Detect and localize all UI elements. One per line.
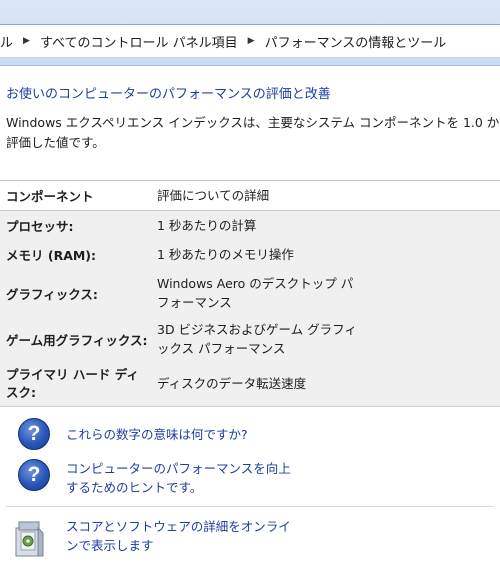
section-divider	[6, 506, 494, 507]
software-box-icon[interactable]	[12, 516, 46, 558]
breadcrumb-truncated[interactable]: ル	[0, 32, 13, 51]
question-icon[interactable]: ?	[18, 459, 50, 491]
component-detail: Windows Aero のデスクトップ パフォーマンス	[157, 276, 354, 310]
table-row: プライマリ ハード ディスク: ディスクのデータ転送速度	[0, 361, 500, 406]
page-description: Windows エクスペリエンス インデックスは、主要なシステム コンポーネント…	[6, 113, 500, 153]
description-line: Windows エクスペリエンス インデックスは、主要なシステム コンポーネント…	[6, 115, 500, 130]
component-name: プロセッサ:	[6, 219, 74, 234]
column-header-details: 評価についての詳細	[157, 188, 270, 203]
link-performance-tips[interactable]: コンピューターのパフォーマンスを向上するためのヒントです。	[66, 459, 296, 497]
component-detail: 1 秒あたりの計算	[157, 218, 257, 233]
link-online-details[interactable]: スコアとソフトウェアの詳細をオンラインで表示します	[66, 517, 294, 555]
component-detail: 1 秒あたりのメモリ操作	[157, 247, 294, 262]
chevron-right-icon[interactable]: ▶	[248, 36, 255, 46]
link-numbers-meaning[interactable]: これらの数字の意味は何ですか?	[66, 425, 248, 444]
table-row: グラフィックス: Windows Aero のデスクトップ パフォーマンス	[0, 269, 500, 317]
component-detail: 3D ビジネスおよびゲーム グラフィックス パフォーマンス	[157, 322, 357, 356]
table-row: メモリ (RAM): 1 秒あたりのメモリ操作	[0, 240, 500, 269]
component-name: メモリ (RAM):	[6, 248, 97, 263]
question-icon[interactable]: ?	[18, 418, 50, 450]
breadcrumb-all-control-panel-items[interactable]: すべてのコントロール パネル項目	[40, 32, 238, 51]
table-body: プロセッサ: 1 秒あたりの計算 メモリ (RAM): 1 秒あたりのメモリ操作…	[0, 211, 500, 407]
component-name: グラフィックス:	[6, 286, 98, 302]
component-table: コンポーネント 評価についての詳細 プロセッサ: 1 秒あたりの計算 メモリ (…	[0, 180, 500, 407]
table-header: コンポーネント 評価についての詳細	[0, 180, 500, 211]
page-title: お使いのコンピューターのパフォーマンスの評価と改善	[6, 87, 331, 102]
component-name: プライマリ ハード ディスク:	[6, 366, 139, 400]
table-row: ゲーム用グラフィックス: 3D ビジネスおよびゲーム グラフィックス パフォーマ…	[0, 317, 500, 361]
help-link-performance-tips[interactable]: ? コンピューターのパフォーマンスを向上するためのヒントです。	[18, 459, 296, 497]
window-header: ル ▶ すべてのコントロール パネル項目 ▶ パフォーマンスの情報とツール	[0, 0, 500, 66]
chevron-right-icon[interactable]: ▶	[23, 36, 30, 46]
address-bar[interactable]: ル ▶ すべてのコントロール パネル項目 ▶ パフォーマンスの情報とツール	[0, 24, 500, 58]
component-detail: ディスクのデータ転送速度	[157, 376, 307, 391]
column-header-component: コンポーネント	[6, 189, 94, 204]
breadcrumb-performance-info[interactable]: パフォーマンスの情報とツール	[265, 32, 447, 51]
description-line: 評価した値です。	[6, 135, 105, 150]
table-row: プロセッサ: 1 秒あたりの計算	[0, 211, 500, 240]
component-name: ゲーム用グラフィックス:	[6, 332, 148, 348]
help-link-numbers-meaning[interactable]: ? これらの数字の意味は何ですか?	[18, 418, 248, 450]
help-link-online-details[interactable]: スコアとソフトウェアの詳細をオンラインで表示します	[12, 516, 294, 558]
